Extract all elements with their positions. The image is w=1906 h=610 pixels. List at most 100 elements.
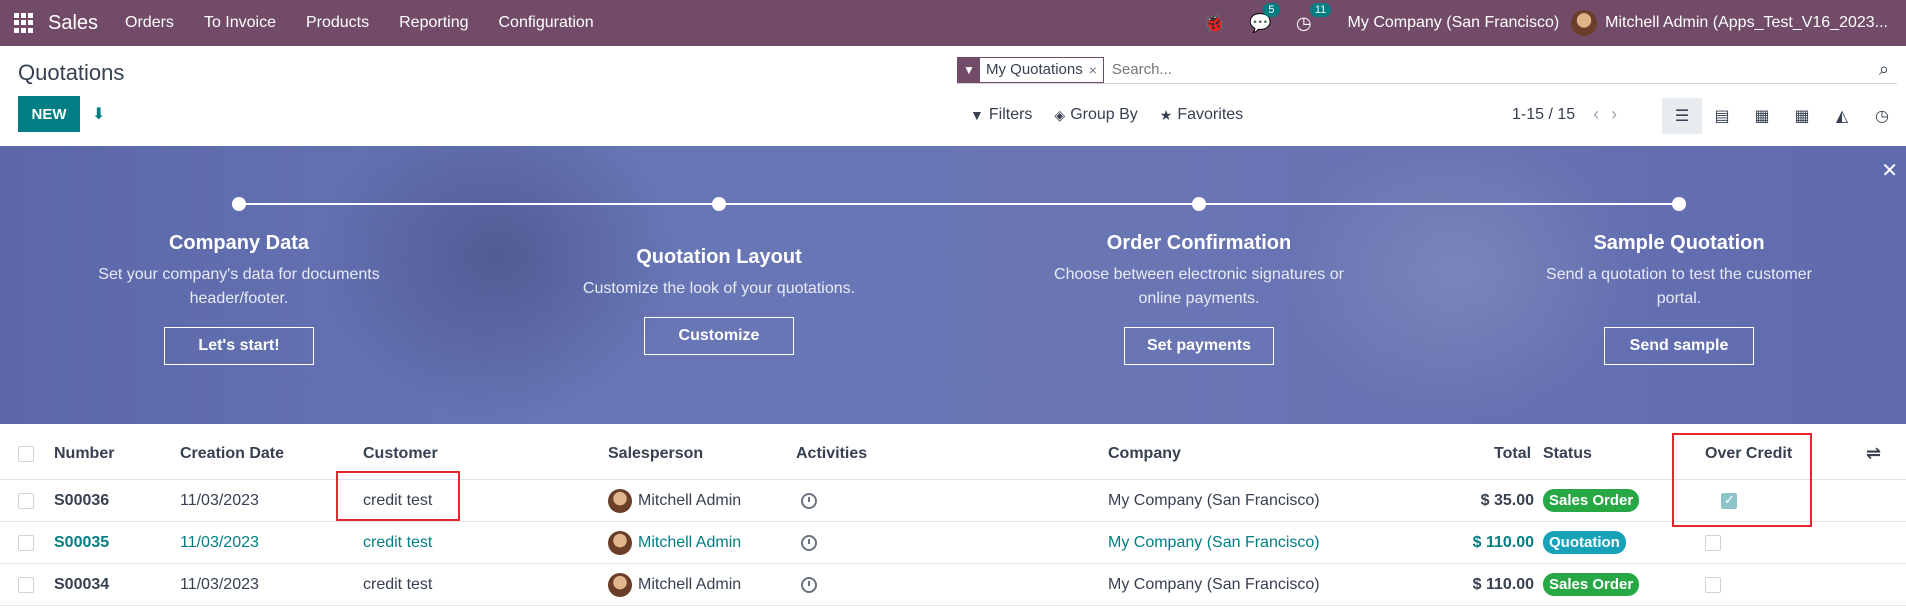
- row-number[interactable]: S00034: [54, 576, 109, 594]
- filters-button[interactable]: ▼ Filters: [970, 106, 1032, 124]
- salesperson-name: Mitchell Admin: [638, 491, 742, 509]
- lets-start-button[interactable]: Let's start!: [164, 327, 314, 365]
- view-switcher: ☰ ▤ ▦ ▦ ◭ ◷: [1662, 98, 1902, 134]
- progress-track: [239, 203, 1679, 205]
- kanban-view-icon[interactable]: ▤: [1702, 98, 1742, 134]
- salesperson-avatar: [608, 488, 632, 513]
- step-title: Sample Quotation: [1593, 232, 1765, 254]
- new-button[interactable]: NEW: [18, 96, 80, 132]
- header-creation-date[interactable]: Creation Date: [180, 445, 284, 463]
- salesperson-avatar: [608, 572, 632, 597]
- step-desc: Customize the look of your quotations.: [582, 280, 856, 297]
- salesperson-name: Mitchell Admin: [638, 533, 742, 551]
- salesperson-avatar: [608, 530, 632, 555]
- header-number[interactable]: Number: [54, 445, 114, 463]
- status-badge: Sales Order: [1543, 489, 1640, 512]
- optional-columns-icon[interactable]: ⇌: [1866, 443, 1881, 464]
- activities-badge: 11: [1309, 2, 1332, 17]
- row-checkbox[interactable]: [18, 534, 34, 551]
- step-dot: [712, 197, 726, 211]
- row-salesperson[interactable]: Mitchell Admin: [608, 530, 742, 555]
- groupby-button[interactable]: ◈ Group By: [1054, 106, 1137, 124]
- over-credit-checkbox[interactable]: [1705, 576, 1721, 593]
- search-facet: ▼ My Quotations ×: [957, 56, 1104, 83]
- activity-view-icon[interactable]: ◷: [1862, 98, 1902, 134]
- row-total[interactable]: $ 110.00: [1473, 534, 1534, 552]
- activities-clock-icon[interactable]: ◷ 11: [1296, 2, 1332, 34]
- debug-bug-icon[interactable]: 🐞: [1203, 13, 1225, 34]
- row-total[interactable]: $ 35.00: [1481, 492, 1534, 510]
- row-checkbox[interactable]: [18, 576, 34, 593]
- pivot-view-icon[interactable]: ▦: [1782, 98, 1822, 134]
- row-customer[interactable]: credit test: [363, 534, 432, 552]
- list-view-icon[interactable]: ☰: [1662, 98, 1702, 134]
- search-bar: ▼ My Quotations × ⌕: [957, 56, 1897, 84]
- user-avatar[interactable]: [1571, 10, 1598, 36]
- facet-label: My Quotations: [986, 61, 1083, 78]
- step-company-data: Company Data Set your company's data for…: [89, 232, 389, 365]
- salesperson-name: Mitchell Admin: [638, 575, 742, 593]
- header-status[interactable]: Status: [1543, 445, 1592, 463]
- pager-next-icon[interactable]: ›: [1611, 104, 1617, 125]
- row-company[interactable]: My Company (San Francisco): [1108, 576, 1320, 594]
- header-activities[interactable]: Activities: [796, 445, 867, 463]
- row-company[interactable]: My Company (San Francisco): [1108, 492, 1320, 510]
- star-icon: ★: [1159, 106, 1173, 123]
- send-sample-button[interactable]: Send sample: [1604, 327, 1754, 365]
- pager-value[interactable]: 1-15 / 15: [1512, 106, 1575, 124]
- row-salesperson[interactable]: Mitchell Admin: [608, 572, 742, 597]
- row-checkbox[interactable]: [18, 492, 34, 509]
- calendar-view-icon[interactable]: ▦: [1742, 98, 1782, 134]
- menu-to-invoice[interactable]: To Invoice: [204, 14, 276, 32]
- step-title: Company Data: [168, 232, 310, 254]
- menu-orders[interactable]: Orders: [125, 14, 174, 32]
- row-date[interactable]: 11/03/2023: [180, 534, 259, 552]
- header-salesperson[interactable]: Salesperson: [608, 445, 703, 463]
- menu-reporting[interactable]: Reporting: [399, 14, 468, 32]
- over-credit-checkbox[interactable]: [1705, 534, 1721, 551]
- step-desc: Set your company's data for documents he…: [98, 266, 380, 307]
- download-icon[interactable]: ⬇: [92, 104, 108, 123]
- row-company[interactable]: My Company (San Francisco): [1108, 534, 1320, 552]
- company-switcher[interactable]: My Company (San Francisco): [1348, 14, 1560, 32]
- favorites-label: Favorites: [1177, 106, 1244, 123]
- table-row[interactable]: S00036 11/03/2023 credit test Mitchell A…: [0, 480, 1906, 522]
- favorites-button[interactable]: ★ Favorites: [1160, 106, 1243, 124]
- row-date[interactable]: 11/03/2023: [180, 576, 259, 594]
- highlight-box-customer: [336, 471, 460, 521]
- menu-configuration[interactable]: Configuration: [499, 14, 594, 32]
- set-payments-button[interactable]: Set payments: [1124, 327, 1274, 365]
- header-total[interactable]: Total: [1494, 445, 1531, 463]
- filter-icon: ▼: [958, 56, 980, 83]
- step-dot: [1192, 197, 1206, 211]
- user-menu[interactable]: Mitchell Admin (Apps_Test_V16_2023...: [1605, 14, 1888, 32]
- row-number[interactable]: S00035: [54, 534, 109, 552]
- close-banner-icon[interactable]: ✕: [1881, 158, 1898, 183]
- header-customer[interactable]: Customer: [363, 445, 438, 463]
- select-all-checkbox[interactable]: [18, 445, 34, 462]
- activity-clock-icon[interactable]: [801, 492, 817, 509]
- status-badge: Quotation: [1543, 531, 1626, 554]
- pager-previous-icon[interactable]: ‹: [1593, 104, 1599, 125]
- table-row[interactable]: S00035 11/03/2023 credit test Mitchell A…: [0, 522, 1906, 564]
- search-options: ▼ Filters ◈ Group By ★ Favorites: [970, 106, 1265, 124]
- row-total[interactable]: $ 110.00: [1473, 576, 1534, 594]
- header-company[interactable]: Company: [1108, 445, 1181, 463]
- customize-button[interactable]: Customize: [644, 317, 794, 355]
- row-date[interactable]: 11/03/2023: [180, 492, 259, 510]
- app-name[interactable]: Sales: [48, 12, 98, 35]
- apps-menu-icon[interactable]: [14, 13, 34, 33]
- graph-view-icon[interactable]: ◭: [1822, 98, 1862, 134]
- messages-icon[interactable]: 💬 5: [1249, 2, 1280, 34]
- row-salesperson[interactable]: Mitchell Admin: [608, 488, 742, 513]
- step-order-confirmation: Order Confirmation Choose between electr…: [1049, 232, 1349, 365]
- menu-products[interactable]: Products: [306, 14, 369, 32]
- row-number[interactable]: S00036: [54, 492, 109, 510]
- table-row[interactable]: S00034 11/03/2023 credit test Mitchell A…: [0, 564, 1906, 606]
- search-icon[interactable]: ⌕: [1879, 59, 1889, 80]
- row-customer[interactable]: credit test: [363, 576, 432, 594]
- activity-clock-icon[interactable]: [801, 576, 817, 593]
- activity-clock-icon[interactable]: [801, 534, 817, 551]
- remove-facet-icon[interactable]: ×: [1089, 62, 1103, 78]
- search-input[interactable]: [1111, 61, 1879, 78]
